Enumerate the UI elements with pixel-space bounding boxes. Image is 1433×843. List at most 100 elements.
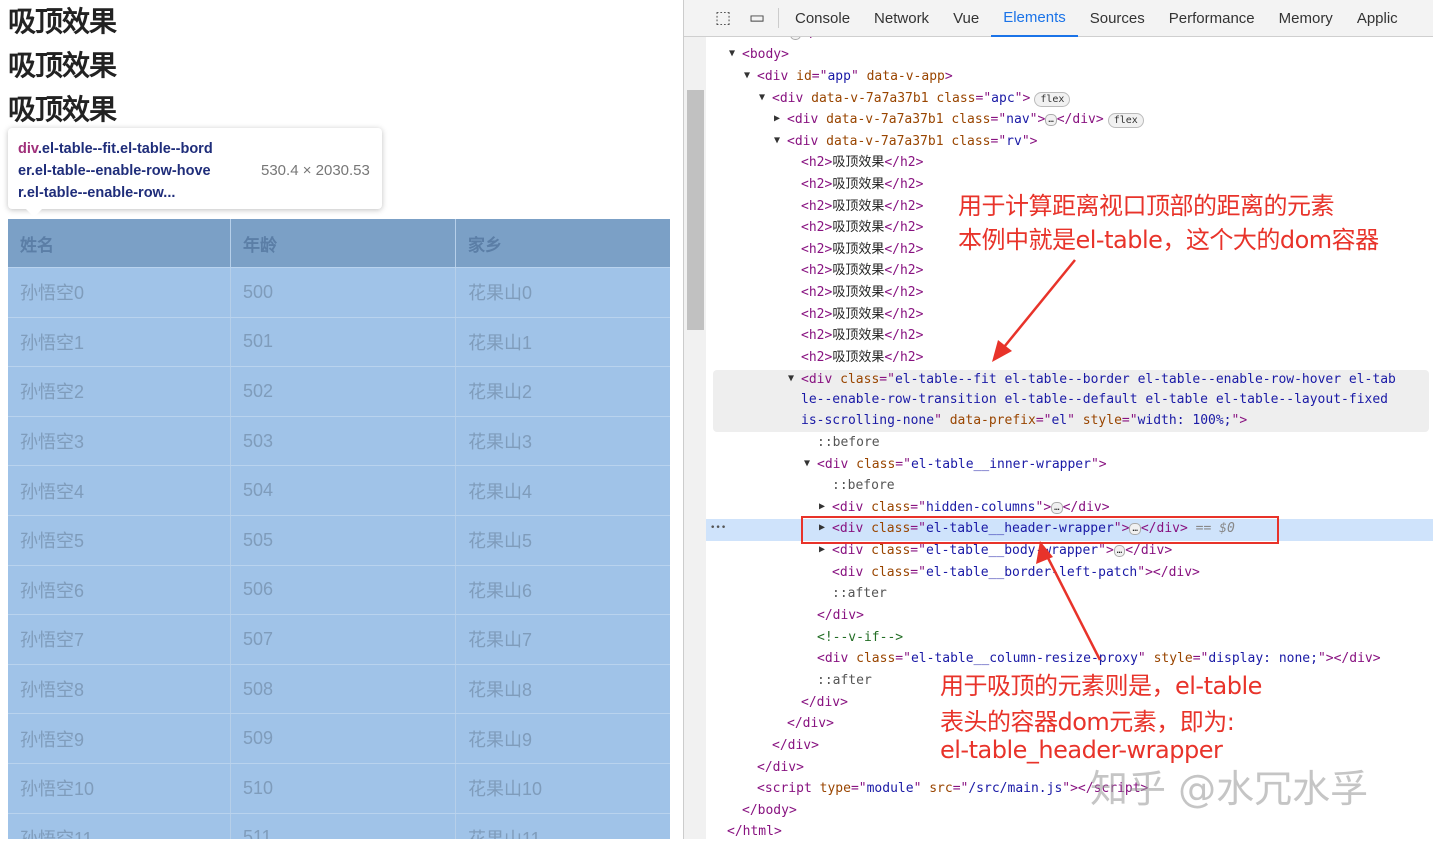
expand-triangle-icon[interactable]: ▶ [819, 544, 825, 555]
dom-node-line[interactable]: </body> [742, 800, 797, 822]
expand-triangle-icon[interactable]: ▶ [819, 501, 825, 512]
code-token: <h2> [801, 155, 833, 170]
dom-node-line[interactable]: ::before [832, 475, 895, 497]
dom-node-line[interactable]: ::before [817, 432, 880, 454]
table-row[interactable]: 孙悟空7 507 花果山7 [8, 615, 670, 665]
expand-triangle-icon[interactable]: ▶ [774, 113, 780, 124]
dom-node-line[interactable]: <!--v-if--> [817, 627, 903, 649]
code-token: el-table__column-resize-proxy [910, 651, 1138, 666]
dom-node-line[interactable]: le--enable-row-transition el-table--defa… [801, 389, 1388, 411]
dom-node-line[interactable]: <div data-v-7a7a37b1 class="nav">… </div>… [787, 109, 1144, 131]
flex-badge[interactable]: flex [1107, 113, 1144, 128]
dom-node-line[interactable]: <h2>吸顶效果</h2> [801, 174, 923, 196]
tab-memory[interactable]: Memory [1267, 0, 1345, 37]
cell-age: 510 [231, 763, 456, 813]
tab-network[interactable]: Network [862, 0, 941, 37]
dom-node-line[interactable]: ::after [832, 583, 887, 605]
cell-age: 503 [231, 416, 456, 466]
collapse-triangle-icon[interactable]: ▼ [788, 373, 794, 384]
dom-node-line[interactable]: </div> [801, 692, 848, 714]
device-toolbar-icon[interactable]: ▭ [740, 0, 774, 37]
tab-elements[interactable]: Elements [991, 0, 1078, 37]
annotation-box [801, 516, 1279, 544]
tab-sources[interactable]: Sources [1078, 0, 1157, 37]
code-token: style [1153, 651, 1193, 666]
dom-node-line[interactable]: <h2>吸顶效果</h2> [801, 325, 923, 347]
dom-node-line[interactable]: <div data-v-7a7a37b1 class="apc"> flex [772, 88, 1071, 110]
code-token: class [856, 651, 896, 666]
code-token: </body> [742, 803, 797, 818]
code-token: =" [850, 781, 867, 796]
dom-node-line[interactable]: <body> [742, 44, 789, 66]
dom-node-line[interactable]: <div data-v-7a7a37b1 class="rv"> [787, 131, 1037, 153]
table-row[interactable]: 孙悟空11 511 花果山11 [8, 813, 670, 839]
dom-node-line[interactable]: <div class="el-table__border-left-patch"… [832, 562, 1200, 584]
table-row[interactable]: 孙悟空10 510 花果山10 [8, 763, 670, 814]
collapse-triangle-icon[interactable]: ▼ [729, 48, 735, 59]
dom-node-line[interactable]: <h2>吸顶效果</h2> [801, 196, 923, 218]
page-viewport: 吸顶效果 吸顶效果 吸顶效果 姓名 年龄 家乡 孙悟空0 500 花果山0 孙悟空1 5… [0, 0, 683, 839]
more-options-icon[interactable]: ••• [710, 518, 726, 540]
dom-node-line[interactable]: </div> [787, 713, 834, 735]
dom-node-line[interactable]: </div> [817, 605, 864, 627]
column-header-age[interactable]: 年龄 [231, 219, 456, 267]
table-row[interactable]: 孙悟空5 505 花果山5 [8, 515, 670, 566]
column-header-name[interactable]: 姓名 [8, 219, 231, 267]
dom-node-line[interactable]: <h2>吸顶效果</h2> [801, 239, 923, 261]
dom-node-line[interactable]: </div> [757, 757, 804, 779]
dom-node-line[interactable]: <h2>吸顶效果</h2> [801, 282, 923, 304]
collapse-triangle-icon[interactable]: ▼ [759, 92, 765, 103]
dom-node-line[interactable]: is-scrolling-none" data-prefix="el" styl… [801, 410, 1247, 432]
dom-node-line[interactable]: <h2>吸顶效果</h2> [801, 152, 923, 174]
column-header-hometown[interactable]: 家乡 [456, 219, 670, 267]
table-row[interactable]: 孙悟空0 500 花果山0 [8, 268, 670, 318]
dom-node-line[interactable]: </html> [727, 821, 782, 843]
tab-performance[interactable]: Performance [1157, 0, 1267, 37]
table-row[interactable]: 孙悟空9 509 花果山9 [8, 714, 670, 764]
dom-node-line[interactable]: <h2>吸顶效果</h2> [801, 304, 923, 326]
code-token: is-scrolling-none [801, 413, 935, 428]
ellipsis-expand-button[interactable]: … [1113, 544, 1126, 557]
collapse-triangle-icon[interactable]: ▼ [774, 135, 780, 146]
ellipsis-expand-button[interactable]: … [1051, 501, 1063, 514]
collapse-triangle-icon[interactable]: ▼ [804, 458, 810, 469]
cell-name: 孙悟空5 [8, 515, 231, 565]
ellipsis-expand-button[interactable]: … [1045, 113, 1057, 126]
table-row[interactable]: 孙悟空6 506 花果山6 [8, 565, 670, 616]
tab-vue[interactable]: Vue [941, 0, 991, 37]
cell-name: 孙悟空4 [8, 466, 231, 515]
dom-node-line[interactable]: <h2>吸顶效果</h2> [801, 260, 923, 282]
code-token: </h2> [884, 263, 924, 278]
tab-console[interactable]: Console [783, 0, 862, 37]
tab-applic[interactable]: Applic [1345, 0, 1410, 37]
page-scrollbar[interactable] [684, 36, 706, 839]
cell-hometown: 花果山4 [468, 481, 533, 502]
table-row[interactable]: 孙悟空1 501 花果山1 [8, 317, 670, 368]
dom-node-line[interactable]: <div class="el-table--fit el-table--bord… [801, 369, 1396, 391]
cell-hometown: 花果山10 [468, 779, 543, 800]
watermark: 知乎 @水冗水孚 [1090, 767, 1369, 811]
element-inspect-tooltip: div.el-table--fit.el-table--bord er.el-t… [8, 128, 382, 217]
code-token: </h2> [884, 307, 924, 322]
code-token: 吸顶效果 [832, 263, 885, 278]
scrollbar-thumb[interactable] [687, 90, 704, 330]
cell-name: 孙悟空0 [8, 268, 231, 317]
dom-node-line[interactable]: ::after [817, 670, 872, 692]
code-token: =" [990, 112, 1007, 127]
dom-node-line[interactable]: </div> [772, 735, 819, 757]
code-token: =" [952, 781, 969, 796]
code-token: 吸顶效果 [832, 199, 885, 214]
collapse-triangle-icon[interactable]: ▼ [744, 70, 750, 81]
table-row[interactable]: 孙悟空4 504 花果山4 [8, 466, 670, 516]
code-token: <div [772, 91, 812, 106]
table-row[interactable]: 孙悟空2 502 花果山2 [8, 367, 670, 417]
flex-badge[interactable]: flex [1034, 92, 1071, 107]
dom-node-line[interactable]: <h2>吸顶效果</h2> [801, 347, 923, 369]
dom-node-line[interactable]: <h2>吸顶效果</h2> [801, 217, 923, 239]
table-row[interactable]: 孙悟空3 503 花果山3 [8, 416, 670, 467]
table-row[interactable]: 孙悟空8 508 花果山8 [8, 664, 670, 715]
dom-node-line[interactable]: <div id="app" data-v-app> [757, 66, 953, 88]
cell-name: 孙悟空8 [8, 664, 231, 714]
dom-node-line[interactable]: <div class="el-table__inner-wrapper"> [817, 454, 1107, 476]
inspect-element-icon[interactable]: ⬚ [706, 0, 740, 37]
